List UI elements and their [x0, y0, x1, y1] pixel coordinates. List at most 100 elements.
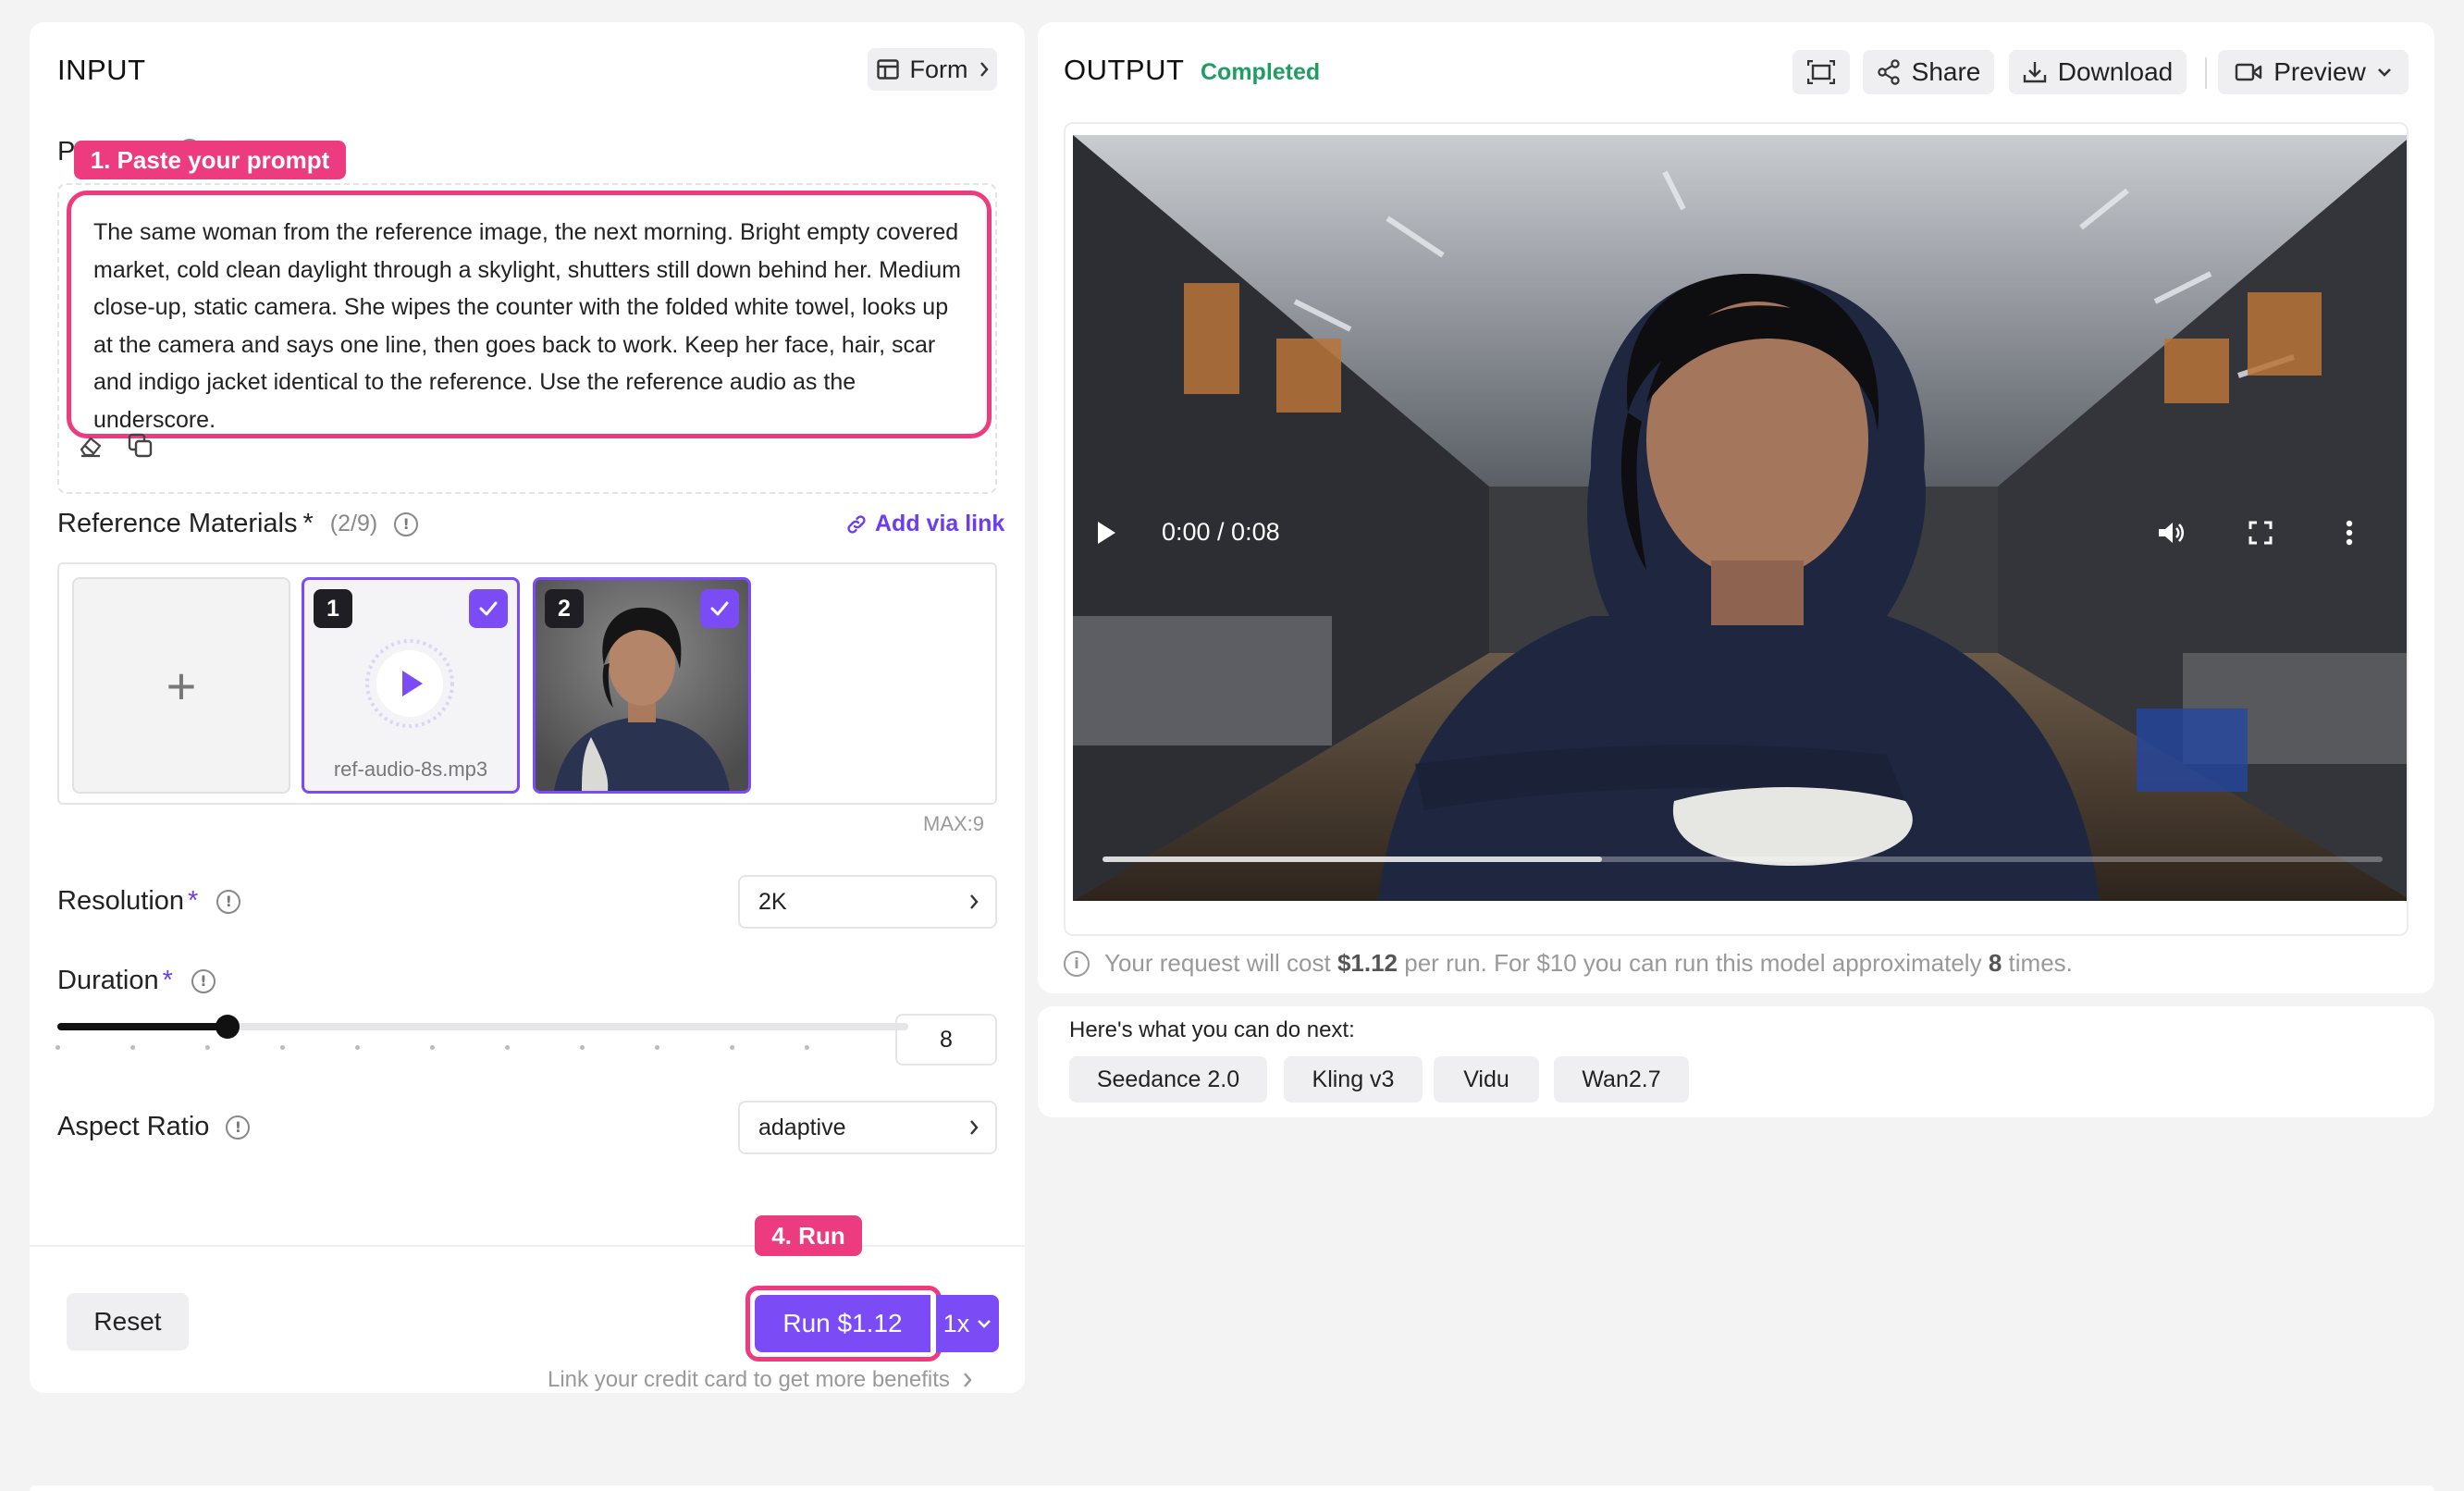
add-via-link-button[interactable]: Add via link — [845, 511, 1004, 537]
multiplier-value: 1x — [942, 1309, 970, 1337]
slider-tick — [130, 1045, 135, 1050]
cost-suffix: times. — [2008, 949, 2073, 977]
chevron-down-icon — [2377, 68, 2391, 77]
play-icon[interactable] — [1090, 516, 1123, 549]
copy-icon[interactable] — [124, 429, 157, 462]
bottom-panel-edge — [30, 1485, 2434, 1491]
frame-icon — [1807, 60, 1835, 84]
cost-note: i Your request will cost $1.12 per run. … — [1064, 949, 2073, 978]
slider-tick — [430, 1045, 435, 1050]
cost-prefix: Your request will cost — [1104, 949, 1331, 977]
form-button[interactable]: Form — [868, 48, 997, 91]
chevron-right-icon — [963, 1373, 972, 1387]
cost-middle: per run. For $10 you can run this model … — [1404, 949, 1982, 977]
more-options-icon[interactable] — [2333, 516, 2366, 549]
duration-slider-handle[interactable] — [216, 1015, 240, 1039]
audio-play-icon[interactable] — [363, 637, 456, 730]
slider-tick — [505, 1045, 510, 1050]
slider-tick — [280, 1045, 285, 1050]
reference-index-badge: 1 — [314, 589, 352, 628]
credit-card-link-text: Link your credit card to get more benefi… — [548, 1367, 950, 1392]
toolbar-divider — [2205, 57, 2207, 89]
fullscreen-frame-button[interactable] — [1793, 50, 1850, 94]
download-icon — [2023, 62, 2046, 83]
slider-tick — [355, 1045, 360, 1050]
cost-info-icon: i — [1064, 950, 1090, 977]
output-panel: OUTPUT Completed Share Download Preview — [1038, 22, 2434, 993]
reference-item-audio[interactable]: 1 ref-audio-8s.mp3 — [302, 577, 520, 794]
table-icon — [876, 59, 899, 80]
reference-index-badge: 2 — [545, 589, 584, 628]
share-label: Share — [1911, 57, 1981, 86]
add-via-link-label: Add via link — [875, 511, 1005, 536]
aspect-ratio-label-text: Aspect Ratio — [57, 1112, 210, 1141]
reference-grid: + 1 ref-audio-8s.mp3 2 — [57, 562, 997, 805]
download-button[interactable]: Download — [2009, 50, 2187, 94]
reference-required-mark: * — [302, 509, 314, 538]
resolution-label-text: Resolution — [57, 886, 185, 916]
slider-tick — [730, 1045, 734, 1050]
add-reference-button[interactable]: + — [72, 577, 290, 794]
check-icon[interactable] — [700, 589, 739, 628]
callout-run: 4. Run — [755, 1215, 862, 1256]
next-steps-panel: Here's what you can do next: Seedance 2.… — [1038, 1006, 2434, 1117]
video-progress-bar[interactable] — [1103, 856, 2383, 862]
duration-label-text: Duration — [57, 966, 159, 995]
reset-button[interactable]: Reset — [67, 1293, 189, 1350]
video-time: 0:00 / 0:08 — [1162, 518, 1280, 546]
resolution-value: 2K — [758, 888, 787, 915]
resolution-info-icon: ! — [216, 889, 241, 914]
eraser-icon[interactable] — [74, 429, 107, 462]
fullscreen-icon[interactable] — [2244, 516, 2277, 549]
share-button[interactable]: Share — [1863, 50, 1994, 94]
cost-price: $1.12 — [1337, 949, 1398, 977]
cost-note-text: Your request will cost $1.12 per run. Fo… — [1104, 949, 2073, 978]
duration-slider[interactable] — [57, 1015, 908, 1039]
reference-item-image[interactable]: 2 — [533, 577, 751, 794]
duration-slider-fill — [57, 1023, 228, 1030]
reference-label: Reference Materials * (2/9) ! — [57, 509, 419, 539]
output-title: OUTPUT — [1064, 54, 1185, 86]
input-footer: Reset 4. Run Run $1.12 1x Link your cred… — [30, 1215, 1025, 1393]
next-steps-title: Here's what you can do next: — [1069, 1017, 1355, 1042]
model-chip-vidu[interactable]: Vidu — [1434, 1056, 1539, 1103]
resolution-required-mark: * — [188, 886, 199, 916]
input-title: INPUT — [57, 54, 146, 86]
resolution-select[interactable]: 2K — [738, 875, 997, 929]
prompt-label: P — [57, 137, 76, 166]
volume-icon[interactable] — [2155, 516, 2188, 549]
share-icon — [1877, 59, 1900, 85]
slider-tick — [55, 1045, 60, 1050]
status-badge: Completed — [1201, 59, 1321, 85]
model-chip-seedance[interactable]: Seedance 2.0 — [1069, 1056, 1267, 1103]
prompt-textarea[interactable]: The same woman from the reference image,… — [67, 191, 992, 438]
check-icon[interactable] — [469, 589, 508, 628]
plus-icon: + — [166, 656, 197, 715]
audio-file-name: ref-audio-8s.mp3 — [333, 758, 488, 781]
form-button-label: Form — [909, 55, 968, 83]
aspect-ratio-value: adaptive — [758, 1114, 846, 1140]
duration-label: Duration * ! — [57, 966, 216, 996]
download-label: Download — [2057, 57, 2174, 86]
callout-paste-prompt: 1. Paste your prompt — [74, 141, 346, 179]
aspect-ratio-select[interactable]: adaptive — [738, 1101, 997, 1154]
model-chip-kling[interactable]: Kling v3 — [1284, 1056, 1423, 1103]
multiplier-dropdown[interactable]: 1x — [936, 1295, 999, 1352]
duration-info-icon: ! — [191, 968, 216, 993]
model-chip-wan[interactable]: Wan2.7 — [1554, 1056, 1689, 1103]
preview-dropdown[interactable]: Preview — [2218, 50, 2409, 94]
duration-input[interactable]: 8 — [895, 1014, 997, 1066]
run-button[interactable]: Run $1.12 — [755, 1295, 930, 1352]
reference-info-icon: ! — [394, 511, 419, 536]
reference-count: (2/9) — [329, 511, 378, 536]
chevron-down-icon — [978, 1320, 992, 1328]
cost-times: 8 — [1988, 949, 2002, 977]
slider-tick — [580, 1045, 585, 1050]
slider-tick — [655, 1045, 659, 1050]
credit-card-link[interactable]: Link your credit card to get more benefi… — [548, 1367, 972, 1393]
duration-required-mark: * — [162, 966, 173, 995]
chevron-right-icon — [970, 894, 979, 909]
video-player[interactable]: 0:00 / 0:08 — [1073, 135, 2407, 901]
video-frame: 0:00 / 0:08 — [1064, 122, 2409, 936]
video-progress-fill — [1103, 856, 1602, 862]
